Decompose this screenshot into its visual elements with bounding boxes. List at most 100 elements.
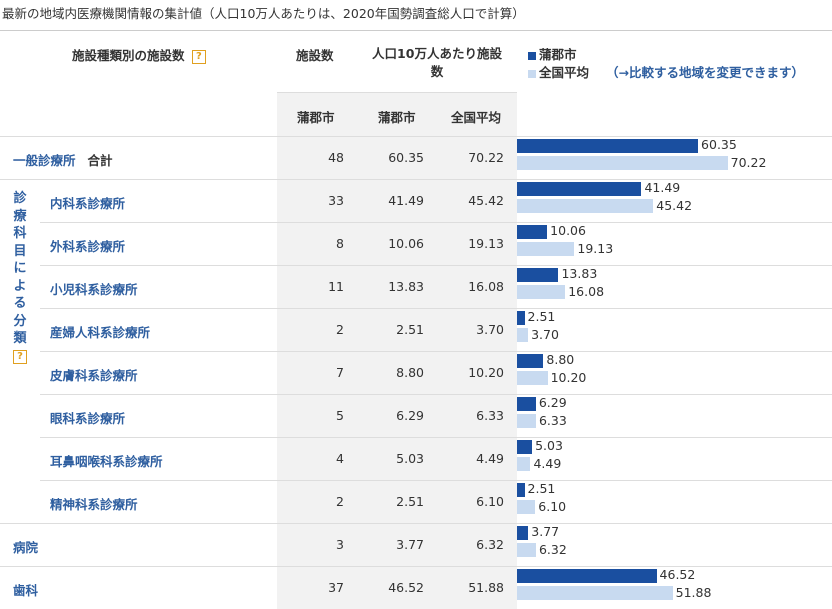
per100k-national-cell: 4.49: [476, 451, 504, 466]
city-bar-label: 6.29: [538, 395, 567, 410]
page-caption: 最新の地域内医療機関情報の集計値（人口10万人あたりは、2020年国勢調査総人口…: [2, 6, 525, 21]
count-cell: 3: [336, 537, 344, 552]
city-bar-label: 5.03: [535, 438, 563, 453]
subheader-divider: [277, 92, 517, 93]
city-bar-label: 60.35: [701, 137, 737, 152]
per100k-city-cell: 46.52: [388, 580, 424, 595]
per100k-city-cell: 5.03: [396, 451, 424, 466]
city-bar-label: 46.52: [659, 567, 696, 582]
legend-city: 蒲郡市: [528, 44, 577, 63]
national-bar-label: 51.88: [675, 585, 712, 600]
group-help-icon[interactable]: ?: [13, 350, 27, 364]
caption-divider: [0, 30, 832, 31]
facility-type-link[interactable]: 小児科系診療所: [50, 279, 138, 298]
per100k-city-cell: 10.06: [388, 236, 424, 251]
city-bar: [517, 268, 559, 282]
legend-national-swatch: [528, 69, 536, 78]
city-bar: [517, 440, 533, 454]
city-bar-label: 41.49: [644, 180, 681, 195]
city-bar: [517, 311, 525, 325]
facility-type-link[interactable]: 病院: [13, 537, 38, 556]
count-cell: 11: [328, 279, 344, 294]
count-cell: 8: [336, 236, 344, 251]
city-bar-label: 13.83: [561, 266, 598, 281]
per100k-city-cell: 60.35: [388, 150, 424, 165]
category-header-label: 施設種類別の施設数: [72, 48, 185, 63]
per100k-national-cell: 3.70: [476, 322, 504, 337]
change-region-link[interactable]: （→比較する地域を変更できます）: [606, 62, 804, 81]
city-bar: [517, 225, 548, 239]
subheader-per100k-national: 全国平均: [451, 110, 502, 125]
national-bar: [517, 543, 536, 557]
count-cell: 2: [336, 494, 344, 509]
count-cell: 4: [336, 451, 344, 466]
per100k-national-cell: 16.08: [468, 279, 504, 294]
count-header: 施設数: [296, 48, 334, 63]
national-bar-label: 6.32: [538, 542, 567, 557]
per100k-national-cell: 6.32: [476, 537, 504, 552]
facility-type-link[interactable]: 産婦人科系診療所: [50, 322, 150, 341]
legend-national-label: 全国平均: [539, 65, 590, 80]
national-bar: [517, 500, 536, 514]
national-bar: [517, 414, 536, 428]
per100k-city-cell: 8.80: [396, 365, 424, 380]
per100k-national-cell: 70.22: [468, 150, 504, 165]
per100k-national-cell: 51.88: [468, 580, 504, 595]
city-bar: [517, 139, 699, 153]
per100k-city-cell: 2.51: [396, 494, 424, 509]
per100k-city-cell: 41.49: [388, 193, 424, 208]
facility-type-link[interactable]: 外科系診療所: [50, 236, 125, 255]
city-bar-label: 2.51: [527, 481, 556, 496]
facility-type-link[interactable]: 一般診療所 合計: [13, 150, 113, 169]
per100k-city-cell: 6.29: [396, 408, 424, 423]
per100k-national-cell: 45.42: [468, 193, 504, 208]
city-bar-label: 8.80: [546, 352, 575, 367]
national-bar: [517, 457, 531, 471]
facility-type-link[interactable]: 耳鼻咽喉科系診療所: [50, 451, 163, 470]
count-cell: 5: [336, 408, 344, 423]
national-bar-label: 19.13: [577, 241, 614, 256]
clinic-group-label-text: 診療科目による分類: [13, 191, 27, 346]
total-suffix: 合計: [87, 153, 113, 168]
count-cell: 7: [336, 365, 344, 380]
legend-city-swatch: [528, 51, 536, 60]
city-bar: [517, 182, 642, 196]
national-bar: [517, 371, 548, 385]
subheader-per100k-city: 蒲郡市: [378, 110, 416, 125]
clinic-group-label: 診療科目による分類 ?: [12, 190, 28, 365]
per100k-city-cell: 3.77: [396, 537, 424, 552]
national-bar-label: 45.42: [656, 198, 693, 213]
per100k-national-cell: 19.13: [468, 236, 504, 251]
count-cell: 33: [328, 193, 344, 208]
count-cell: 2: [336, 322, 344, 337]
per100k-national-cell: 6.33: [476, 408, 504, 423]
per100k-city-cell: 13.83: [388, 279, 424, 294]
per100k-national-cell: 6.10: [476, 494, 504, 509]
national-bar: [517, 285, 566, 299]
city-bar: [517, 526, 529, 540]
facility-type-link[interactable]: 皮膚科系診療所: [50, 365, 138, 384]
legend-national: 全国平均: [528, 62, 589, 81]
facility-type-link[interactable]: 歯科: [13, 580, 38, 599]
per100k-national-cell: 10.20: [468, 365, 504, 380]
facility-type-link[interactable]: 眼科系診療所: [50, 408, 125, 427]
national-bar: [517, 199, 654, 213]
count-cell: 48: [328, 150, 344, 165]
facility-type-link[interactable]: 精神科系診療所: [50, 494, 138, 513]
city-bar: [517, 569, 657, 583]
help-icon[interactable]: ?: [191, 49, 206, 64]
city-bar-label: 3.77: [531, 524, 560, 539]
facility-type-link[interactable]: 内科系診療所: [50, 193, 125, 212]
subheader-count-city: 蒲郡市: [297, 110, 335, 125]
national-bar-label: 6.10: [538, 499, 567, 514]
city-bar: [517, 397, 536, 411]
category-header: 施設種類別の施設数 ?: [72, 45, 206, 64]
national-bar-label: 3.70: [531, 327, 559, 342]
legend-city-label: 蒲郡市: [539, 47, 577, 62]
city-bar: [517, 483, 525, 497]
national-bar-label: 70.22: [730, 155, 767, 170]
national-bar-label: 4.49: [533, 456, 562, 471]
national-bar: [517, 586, 673, 600]
city-bar: [517, 354, 544, 368]
count-cell: 37: [328, 580, 344, 595]
